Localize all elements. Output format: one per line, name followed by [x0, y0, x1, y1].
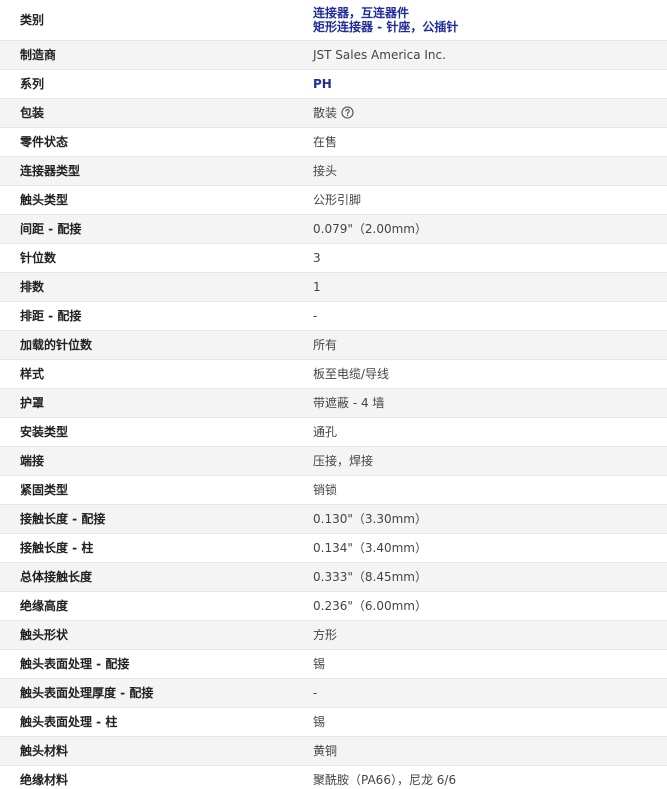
spec-label: 触头表面处理厚度 - 配接 [0, 678, 296, 708]
spec-label: 绝缘材料 [20, 772, 69, 787]
spec-row-packaging: 包装 散装 [0, 98, 667, 128]
spec-label: 排距 - 配接 [0, 301, 296, 331]
spec-value: 0.130"（3.30mm） [296, 504, 667, 534]
spec-row-rows: 排数 1 [0, 272, 667, 302]
spec-row-series: 系列 PH [0, 69, 667, 99]
spec-row-manufacturer: 制造商 JST Sales America Inc. [0, 40, 667, 70]
spec-label: 接触长度 - 配接 [0, 504, 296, 534]
spec-label: 系列 [0, 69, 296, 99]
spec-row-connector-type: 连接器类型 接头 [0, 156, 667, 186]
spec-value: 压接，焊接 [296, 446, 667, 476]
spec-label: 间距 - 配接 [0, 214, 296, 244]
category-link[interactable]: 连接器，互连器件 [313, 6, 667, 20]
spec-row-insulation-height: 绝缘高度 0.236"（6.00mm） [0, 591, 667, 621]
spec-row-contact-material: 触头材料 黄铜 [0, 736, 667, 766]
product-attributes-table: 类别 连接器，互连器件 矩形连接器 - 针座，公插针 制造商 JST Sales… [0, 0, 667, 789]
spec-label: 包装 [0, 98, 296, 128]
question-circle-icon[interactable] [341, 105, 354, 119]
spec-label: 样式 [0, 359, 296, 389]
spec-label: 总体接触长度 [0, 562, 296, 592]
spec-label: 类别 [0, 0, 296, 41]
spec-row-shrouding: 护罩 带遮蔽 - 4 墙 [0, 388, 667, 418]
spec-row-contact-finish-post: 触头表面处理 - 柱 锡 [0, 707, 667, 737]
spec-label: 紧固类型 [0, 475, 296, 505]
spec-value: 所有 [296, 330, 667, 360]
spec-label: 护罩 [0, 388, 296, 418]
spec-value: PH [296, 69, 667, 99]
spec-value: 0.236"（6.00mm） [296, 591, 667, 621]
spec-value: 锡 [296, 707, 667, 737]
spec-value: 3 [296, 243, 667, 273]
spec-row-termination: 端接 压接，焊接 [0, 446, 667, 476]
spec-label: 触头材料 [0, 736, 296, 766]
spec-label: 排数 [0, 272, 296, 302]
spec-value: 0.134"（3.40mm） [296, 533, 667, 563]
spec-row-loaded-positions: 加载的针位数 所有 [0, 330, 667, 360]
spec-value: 锡 [296, 649, 667, 679]
spec-row-fastening-type: 紧固类型 销锁 [0, 475, 667, 505]
spec-value: - [296, 678, 667, 708]
spec-value: 板至电缆/导线 [296, 359, 667, 389]
spec-label: 安装类型 [0, 417, 296, 447]
subcategory-link[interactable]: 矩形连接器 - 针座，公插针 [313, 20, 667, 34]
spec-label: 制造商 [0, 40, 296, 70]
spec-label: 零件状态 [0, 127, 296, 157]
packaging-value: 散装 [313, 105, 338, 120]
spec-value: 连接器，互连器件 矩形连接器 - 针座，公插针 [296, 0, 667, 41]
spec-value: 接头 [296, 156, 667, 186]
spec-row-contact-finish-mating: 触头表面处理 - 配接 锡 [0, 649, 667, 679]
spec-row-positions: 针位数 3 [0, 243, 667, 273]
spec-row-category: 类别 连接器，互连器件 矩形连接器 - 针座，公插针 [0, 0, 667, 41]
spec-row-mounting-type: 安装类型 通孔 [0, 417, 667, 447]
spec-label: 触头类型 [0, 185, 296, 215]
spec-value: 0.079"（2.00mm） [296, 214, 667, 244]
spec-value: JST Sales America Inc. [296, 40, 667, 70]
spec-label: 接触长度 - 柱 [0, 533, 296, 563]
spec-row-overall-contact-length: 总体接触长度 0.333"（8.45mm） [0, 562, 667, 592]
spec-value: 在售 [296, 127, 667, 157]
spec-row-pitch: 间距 - 配接 0.079"（2.00mm） [0, 214, 667, 244]
spec-label: 端接 [0, 446, 296, 476]
spec-value: 带遮蔽 - 4 墙 [296, 388, 667, 418]
spec-value: 散装 [296, 98, 667, 128]
spec-row-contact-length-mating: 接触长度 - 配接 0.130"（3.30mm） [0, 504, 667, 534]
spec-label: 触头表面处理 - 配接 [0, 649, 296, 679]
spec-label: 连接器类型 [0, 156, 296, 186]
spec-row-contact-finish-thickness: 触头表面处理厚度 - 配接 - [0, 678, 667, 708]
spec-value: 0.333"（8.45mm） [296, 562, 667, 592]
spec-row-contact-length-post: 接触长度 - 柱 0.134"（3.40mm） [0, 533, 667, 563]
spec-value: 公形引脚 [296, 185, 667, 215]
spec-label: 针位数 [0, 243, 296, 273]
spec-value: 方形 [296, 620, 667, 650]
spec-label: 触头表面处理 - 柱 [0, 707, 296, 737]
spec-label: 加载的针位数 [0, 330, 296, 360]
spec-row-insulation-material: 绝缘材料 聚酰胺（PA66），尼龙 6/6 [0, 765, 667, 789]
spec-value: 黄铜 [296, 736, 667, 766]
spec-value: - [296, 301, 667, 331]
spec-row-style: 样式 板至电缆/导线 [0, 359, 667, 389]
spec-value: 聚酰胺（PA66），尼龙 6/6 [313, 772, 457, 787]
spec-label: 触头形状 [0, 620, 296, 650]
spec-value: 通孔 [296, 417, 667, 447]
spec-row-contact-type: 触头类型 公形引脚 [0, 185, 667, 215]
spec-row-contact-shape: 触头形状 方形 [0, 620, 667, 650]
series-link[interactable]: PH [313, 77, 332, 91]
spec-label: 绝缘高度 [0, 591, 296, 621]
spec-value: 1 [296, 272, 667, 302]
spec-value: 销锁 [296, 475, 667, 505]
spec-row-part-status: 零件状态 在售 [0, 127, 667, 157]
spec-row-row-spacing: 排距 - 配接 - [0, 301, 667, 331]
